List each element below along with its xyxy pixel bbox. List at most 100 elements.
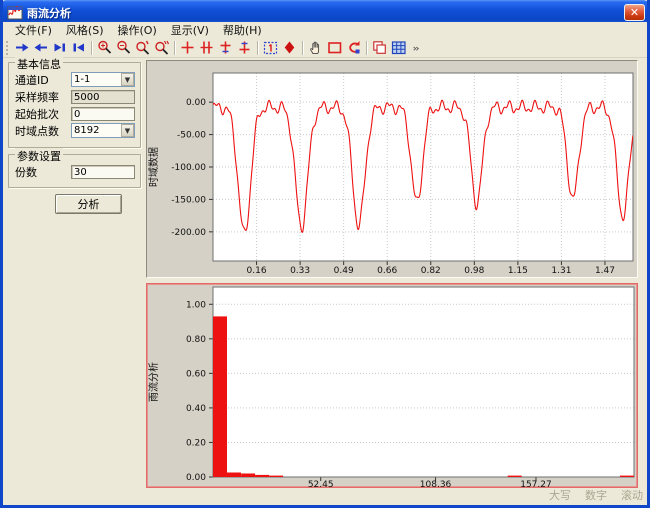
zoom-out-icon (116, 40, 131, 55)
rainflow-bar (213, 316, 227, 477)
time-domain-chart-panel[interactable]: 0.00-50.00-100.00-150.00-200.000.160.330… (146, 60, 638, 278)
svg-text:0.82: 0.82 (421, 266, 441, 276)
svg-text:157.27: 157.27 (520, 480, 552, 487)
svg-text:0.60: 0.60 (186, 369, 206, 379)
rainflow-bar (620, 476, 634, 477)
params-title: 参数设置 (15, 148, 63, 164)
sampling-rate-label: 采样频率 (15, 89, 71, 105)
svg-text:雨流分析: 雨流分析 (147, 362, 160, 402)
svg-text:0.80: 0.80 (186, 335, 206, 345)
svg-text:108.36: 108.36 (420, 480, 452, 487)
zoom-redo-icon (154, 40, 169, 55)
valley-cursor-button[interactable] (235, 39, 254, 57)
status-indicator: 大写 (549, 487, 571, 503)
peak-cursor-icon (218, 40, 233, 55)
data-grid-icon (391, 40, 406, 55)
rainflow-bar (241, 474, 255, 478)
rainflow-bar (508, 476, 522, 477)
zoom-undo-icon (135, 40, 150, 55)
chevron-down-icon[interactable]: ▼ (121, 73, 134, 86)
diamond-marker-button[interactable] (280, 39, 299, 57)
svg-text:时域数据: 时域数据 (147, 147, 160, 187)
time-points-row: 时域点数8192▼ (15, 123, 135, 138)
close-button[interactable]: ✕ (624, 4, 645, 21)
basic-info-title: 基本信息 (15, 56, 63, 72)
basic-info-fields: 通道ID1-1▼ 采样频率5000 起始批次0 时域点数8192▼ (15, 72, 135, 138)
menu-item-operate[interactable]: 操作(O) (111, 21, 164, 39)
svg-text:0.49: 0.49 (334, 266, 354, 276)
start-batch-row: 起始批次0 (15, 106, 135, 121)
time-points-label: 时域点数 (15, 123, 71, 139)
svg-text:52.45: 52.45 (308, 480, 334, 487)
svg-text:-50.00: -50.00 (177, 131, 206, 141)
portions-input[interactable]: 30 (71, 165, 135, 179)
data-grid-button[interactable] (389, 39, 408, 57)
app-icon (7, 5, 23, 21)
toolbar-separator (366, 41, 367, 55)
menu-item-style[interactable]: 风格(S) (59, 21, 111, 39)
box-zoom-button[interactable] (325, 39, 344, 57)
double-cursor-button[interactable] (197, 39, 216, 57)
pan-hand-button[interactable] (306, 39, 325, 57)
zoom-in-icon (97, 40, 112, 55)
step-back-button[interactable] (31, 39, 50, 57)
time-points-select[interactable]: 8192▼ (71, 123, 135, 138)
params-group: 参数设置 份数30 (8, 154, 141, 188)
svg-text:0.40: 0.40 (186, 404, 206, 414)
client-area: 基本信息 通道ID1-1▼ 采样频率5000 起始批次0 时域点数8192▼ 参数设置… (3, 58, 647, 505)
valley-cursor-icon (237, 40, 252, 55)
zoom-in-button[interactable] (95, 39, 114, 57)
rainflow-bar (227, 473, 241, 478)
go-end-icon (52, 40, 67, 55)
chevron-down-icon[interactable]: ▼ (121, 124, 134, 137)
copy-button[interactable] (370, 39, 389, 57)
portions-label: 份数 (15, 164, 71, 180)
svg-text:0.20: 0.20 (186, 438, 206, 448)
undo-zoom-icon (346, 40, 361, 55)
single-cursor-icon (180, 40, 195, 55)
go-start-button[interactable] (69, 39, 88, 57)
toolbar-separator (257, 41, 258, 55)
toolbar-overflow-button[interactable] (410, 40, 421, 56)
rainflow-bar (269, 476, 283, 477)
menu-item-file[interactable]: 文件(F) (8, 21, 59, 39)
zoom-undo-button[interactable] (133, 39, 152, 57)
svg-text:0.16: 0.16 (247, 266, 267, 276)
params-fields: 份数30 (15, 164, 135, 179)
step-back-icon (33, 40, 48, 55)
menu-bar: 文件(F)风格(S)操作(O)显示(V)帮助(H) (3, 22, 647, 38)
menu-item-view[interactable]: 显示(V) (164, 21, 216, 39)
portions-row: 份数30 (15, 164, 135, 179)
single-cursor-button[interactable] (178, 39, 197, 57)
channel-id-select[interactable]: 1-1▼ (71, 72, 135, 87)
sampling-rate-input[interactable]: 5000 (71, 90, 135, 104)
undo-zoom-button[interactable] (344, 39, 363, 57)
go-start-icon (71, 40, 86, 55)
peak-cursor-button[interactable] (216, 39, 235, 57)
toolbar-grip[interactable] (6, 41, 9, 55)
sampling-rate-row: 采样频率5000 (15, 89, 135, 104)
window-title: 雨流分析 (27, 5, 624, 21)
status-indicator: 滚动 (621, 487, 643, 503)
region-marker-button[interactable] (261, 39, 280, 57)
time-domain-chart[interactable]: 0.00-50.00-100.00-150.00-200.000.160.330… (147, 61, 637, 277)
rainflow-chart[interactable]: 1.000.800.600.400.200.0052.45108.36157.2… (147, 284, 635, 487)
rainflow-chart-panel[interactable]: 1.000.800.600.400.200.0052.45108.36157.2… (146, 283, 638, 488)
start-batch-input[interactable]: 0 (71, 107, 135, 121)
toolbar (3, 38, 647, 58)
svg-text:0.33: 0.33 (290, 266, 310, 276)
channel-id-row: 通道ID1-1▼ (15, 72, 135, 87)
box-zoom-icon (327, 40, 342, 55)
diamond-marker-icon (282, 40, 297, 55)
go-end-button[interactable] (50, 39, 69, 57)
status-indicator: 数字 (585, 487, 607, 503)
analyze-button[interactable]: 分析 (55, 194, 122, 214)
svg-text:-100.00: -100.00 (171, 163, 206, 173)
step-forward-button[interactable] (12, 39, 31, 57)
menu-item-help[interactable]: 帮助(H) (216, 21, 269, 39)
zoom-redo-button[interactable] (152, 39, 171, 57)
pan-hand-icon (308, 40, 323, 55)
svg-text:-200.00: -200.00 (171, 228, 206, 238)
toolbar-overflow-icon (411, 43, 421, 53)
zoom-out-button[interactable] (114, 39, 133, 57)
